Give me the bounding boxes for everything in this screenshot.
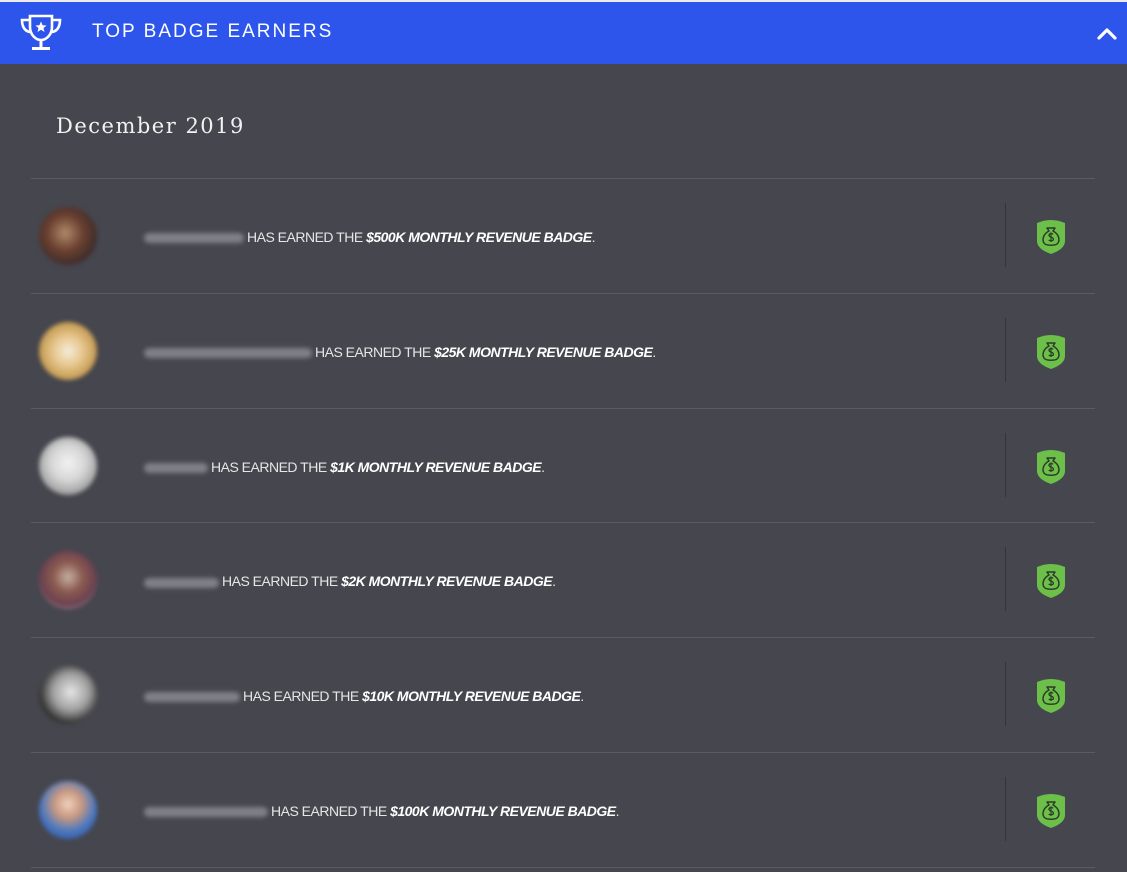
badge-name: $1K MONTHLY REVENUE BADGE [330,458,542,475]
punctuation: . [580,688,584,705]
earned-text: HAS EARNED THE [243,688,359,705]
blurred-user-name[interactable] [144,462,208,473]
punctuation: . [652,343,656,360]
column-separator [1005,547,1006,612]
earned-text: HAS EARNED THE [271,803,387,819]
earned-text: HAS EARNED THE [211,458,327,475]
avatar[interactable] [39,666,97,725]
punctuation: . [541,458,545,475]
avatar[interactable] [39,551,97,610]
money-bag-shield-icon[interactable] [1034,676,1068,714]
panel-title: TOP BADGE EARNERS [92,21,334,42]
chevron-up-icon[interactable] [1096,24,1118,42]
money-bag-shield-icon[interactable] [1034,561,1068,599]
punctuation: . [552,573,556,590]
list-item: HAS EARNED THE $1K MONTHLY REVENUE BADGE… [31,409,1095,523]
punctuation: . [591,229,596,245]
money-bag-shield-icon[interactable] [1034,447,1068,485]
row-divider [31,866,1095,868]
column-separator [1005,662,1006,727]
earned-message: HAS EARNED THE $100K MONTHLY REVENUE BAD… [144,800,620,822]
badge-name: $100K MONTHLY REVENUE BADGE [390,803,616,819]
month-heading: December 2019 [56,114,245,138]
list-item: HAS EARNED THE $2K MONTHLY REVENUE BADGE… [31,523,1095,637]
blurred-user-name[interactable] [144,233,244,244]
money-bag-shield-icon[interactable] [1034,217,1068,255]
column-separator [1005,203,1006,267]
column-separator [1005,432,1006,497]
earned-message: HAS EARNED THE $25K MONTHLY REVENUE BADG… [144,341,656,363]
money-bag-shield-icon[interactable] [1034,791,1068,829]
column-separator [1005,317,1006,382]
earned-message: HAS EARNED THE $10K MONTHLY REVENUE BADG… [144,685,584,707]
punctuation: . [615,803,620,819]
list-item: HAS EARNED THE $500K MONTHLY REVENUE BAD… [31,179,1095,293]
avatar[interactable] [39,207,97,265]
badge-name: $500K MONTHLY REVENUE BADGE [366,229,592,245]
badge-name: $10K MONTHLY REVENUE BADGE [362,688,581,705]
earned-message: HAS EARNED THE $500K MONTHLY REVENUE BAD… [144,226,596,248]
blurred-user-name[interactable] [144,577,219,588]
earned-text: HAS EARNED THE [315,343,431,360]
money-bag-shield-icon[interactable] [1034,332,1068,370]
trophy-icon [20,14,62,50]
earned-message: HAS EARNED THE $2K MONTHLY REVENUE BADGE… [144,570,556,592]
blurred-user-name[interactable] [144,348,312,359]
avatar[interactable] [39,436,97,495]
earned-text: HAS EARNED THE [247,229,363,245]
avatar[interactable] [39,321,97,380]
list-item: HAS EARNED THE $100K MONTHLY REVENUE BAD… [31,753,1095,867]
earned-message: HAS EARNED THE $1K MONTHLY REVENUE BADGE… [144,456,545,478]
blurred-user-name[interactable] [144,692,240,703]
list-item: HAS EARNED THE $10K MONTHLY REVENUE BADG… [31,638,1095,752]
panel-header[interactable]: TOP BADGE EARNERS [0,2,1127,64]
column-separator [1005,777,1006,841]
blurred-user-name[interactable] [144,807,268,818]
avatar[interactable] [39,781,97,839]
badge-name: $25K MONTHLY REVENUE BADGE [434,343,653,360]
badge-name: $2K MONTHLY REVENUE BADGE [341,573,553,590]
list-item: HAS EARNED THE $25K MONTHLY REVENUE BADG… [31,294,1095,408]
earned-text: HAS EARNED THE [222,573,338,590]
